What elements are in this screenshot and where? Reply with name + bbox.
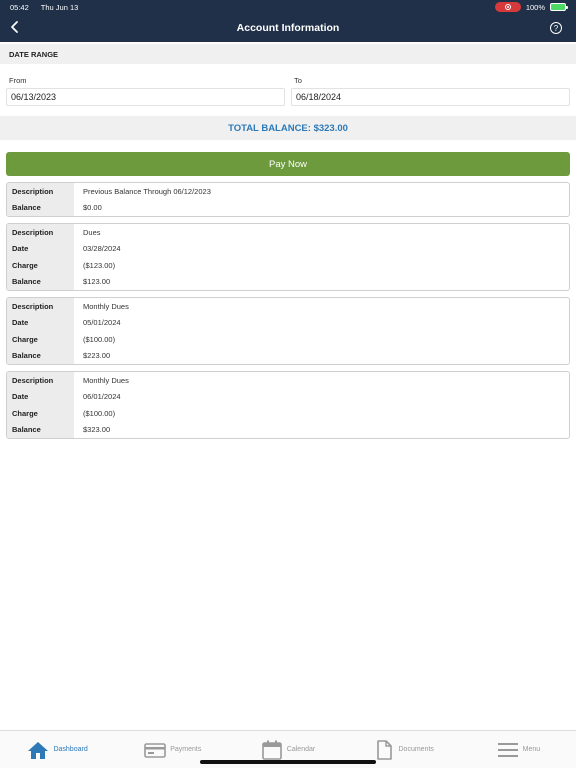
- field-value: ($123.00): [83, 260, 116, 270]
- field-value: 06/01/2024: [83, 392, 121, 402]
- help-icon[interactable]: ?: [550, 22, 562, 34]
- field-value: ($100.00): [83, 408, 116, 418]
- transaction-row: Balance $123.00: [7, 273, 569, 290]
- from-date-input[interactable]: [6, 88, 285, 106]
- screen-recording-icon: [494, 2, 521, 12]
- date-range-fields: From To: [0, 76, 576, 106]
- transaction-row: Description Monthly Dues: [7, 372, 569, 389]
- transaction-row: Date 03/28/2024: [7, 240, 569, 257]
- tab-dashboard[interactable]: Dashboard: [0, 731, 115, 768]
- transaction-row: Charge ($123.00): [7, 257, 569, 274]
- field-label: Date: [7, 240, 74, 257]
- page-title: Account Information: [236, 22, 340, 34]
- field-label: Charge: [7, 257, 74, 274]
- total-balance: TOTAL BALANCE: $323.00: [0, 116, 576, 140]
- battery-icon: [550, 3, 568, 11]
- transaction-row: Charge ($100.00): [7, 405, 569, 422]
- field-value: 03/28/2024: [83, 244, 121, 254]
- field-label: Date: [7, 388, 74, 405]
- to-date-input[interactable]: [291, 88, 570, 106]
- status-date: Thu Jun 13: [40, 2, 79, 12]
- transaction-row: Description Monthly Dues: [7, 298, 569, 315]
- transaction-row: Date 06/01/2024: [7, 388, 569, 405]
- status-time: 05:42: [10, 2, 29, 12]
- transaction-card: Description Monthly Dues Date 05/01/2024 Cha…: [6, 297, 570, 365]
- transaction-row: Description Previous Balance Through 06/1…: [7, 183, 569, 200]
- field-value: Monthly Dues: [83, 375, 129, 385]
- tab-menu[interactable]: Menu: [461, 731, 576, 768]
- from-label: From: [9, 76, 27, 85]
- field-label: Charge: [7, 405, 74, 422]
- field-label: Balance: [7, 421, 74, 438]
- transaction-row: Balance $0.00: [7, 199, 569, 216]
- pay-now-button[interactable]: Pay Now: [6, 152, 570, 176]
- tab-label: Calendar: [286, 746, 316, 753]
- home-icon: [28, 741, 49, 759]
- field-value: $223.00: [83, 351, 111, 361]
- field-value: Monthly Dues: [83, 301, 129, 311]
- field-label: Balance: [7, 347, 74, 364]
- document-icon: [376, 739, 392, 760]
- field-value: $123.00: [83, 277, 111, 287]
- credit-card-icon: [144, 742, 167, 758]
- field-value: 05/01/2024: [83, 318, 121, 328]
- nav-header: Account Information ?: [0, 14, 576, 42]
- to-label: To: [294, 76, 302, 85]
- field-label: Date: [7, 314, 74, 331]
- transaction-row: Balance $223.00: [7, 347, 569, 364]
- transaction-card: Description Dues Date 03/28/2024 Charge ($123…: [6, 223, 570, 291]
- tab-label: Menu: [522, 746, 541, 753]
- back-chevron-icon[interactable]: [8, 20, 22, 34]
- field-label: Description: [7, 298, 74, 315]
- top-bar: 05:42 Thu Jun 13 100% Account Informatio…: [0, 0, 576, 42]
- transaction-card: Description Previous Balance Through 06/1…: [6, 182, 570, 217]
- field-label: Description: [7, 372, 74, 389]
- date-range-heading: DATE RANGE: [0, 44, 576, 64]
- field-value: $323.00: [83, 425, 111, 435]
- tab-label: Documents: [398, 746, 434, 753]
- field-label: Description: [7, 183, 74, 200]
- field-value: ($100.00): [83, 334, 116, 344]
- field-label: Description: [7, 224, 74, 241]
- tab-label: Payments: [170, 746, 202, 753]
- menu-icon: [497, 742, 518, 757]
- transaction-row: Charge ($100.00): [7, 331, 569, 348]
- status-bar: 05:42 Thu Jun 13 100%: [0, 0, 576, 14]
- calendar-icon: [261, 740, 282, 760]
- field-label: Balance: [7, 273, 74, 290]
- field-value: Previous Balance Through 06/12/2023: [83, 186, 211, 196]
- field-value: $0.00: [83, 203, 102, 213]
- transaction-card: Description Monthly Dues Date 06/01/2024 Cha…: [6, 371, 570, 439]
- battery-percent: 100%: [525, 2, 545, 12]
- field-label: Charge: [7, 331, 74, 348]
- field-value: Dues: [83, 227, 101, 237]
- field-label: Balance: [7, 199, 74, 216]
- transaction-row: Balance $323.00: [7, 421, 569, 438]
- tab-label: Dashboard: [53, 746, 88, 753]
- transaction-row: Date 05/01/2024: [7, 314, 569, 331]
- transaction-row: Description Dues: [7, 224, 569, 241]
- transaction-list: Description Previous Balance Through 06/1…: [0, 182, 576, 439]
- home-indicator: [200, 760, 376, 764]
